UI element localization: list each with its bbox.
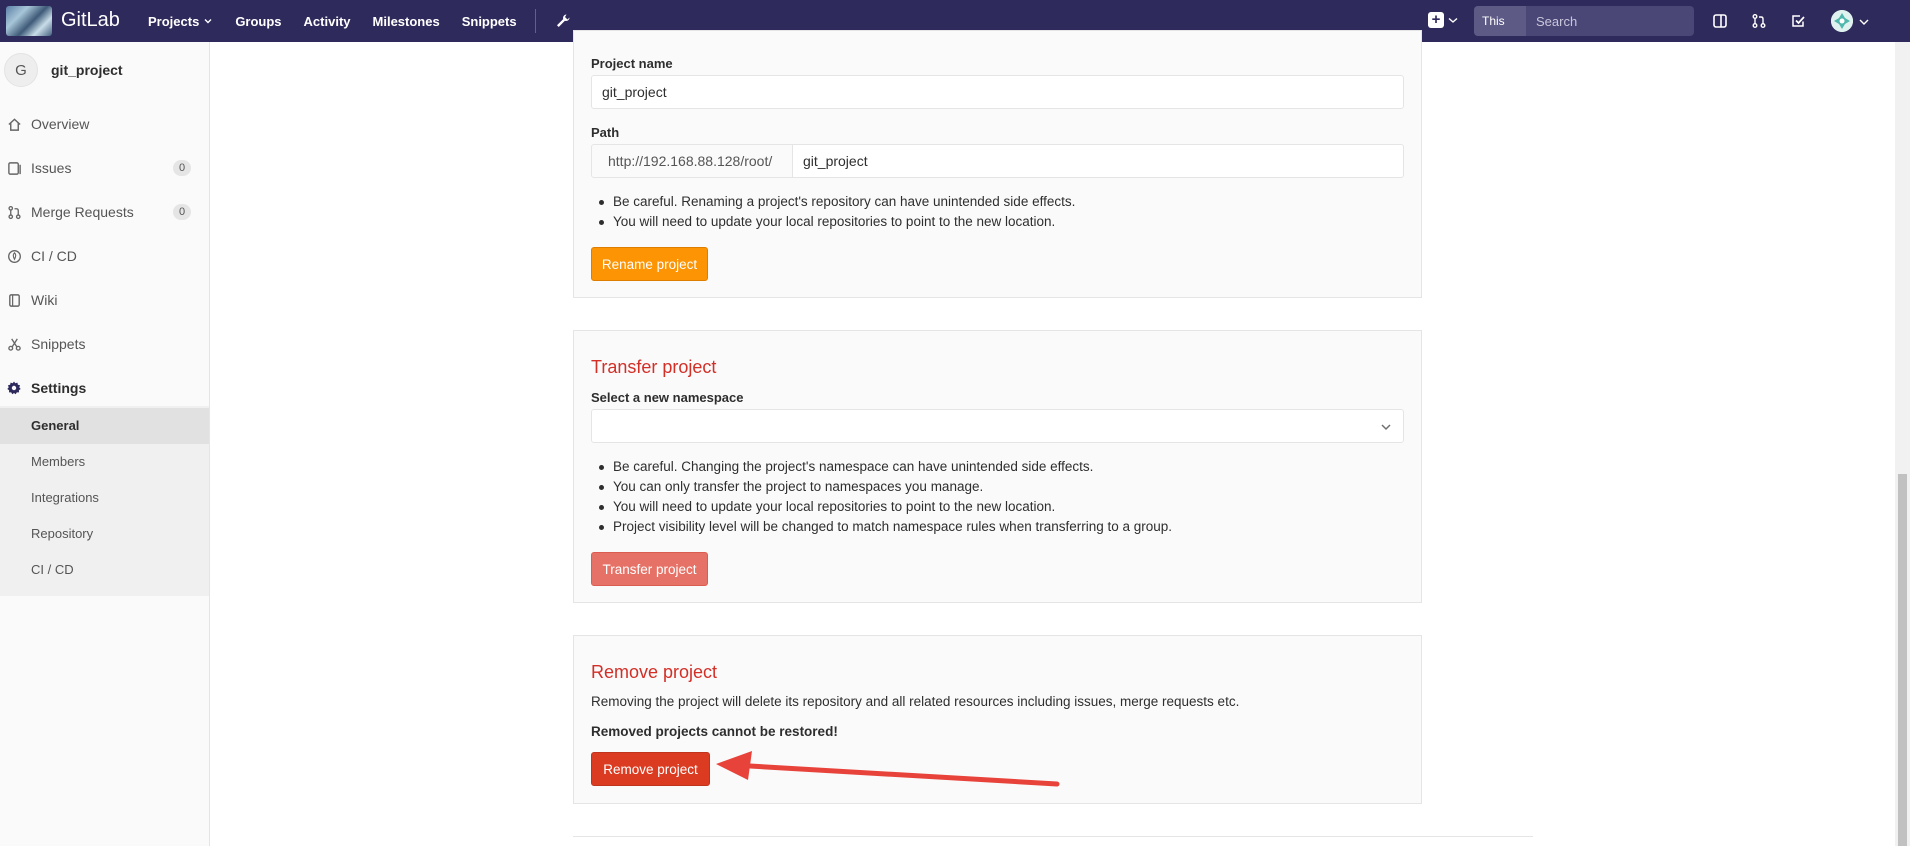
subnav-item-general[interactable]: General xyxy=(31,418,79,433)
settings-icon xyxy=(6,380,22,396)
rename-project-panel: Project name git_project Path http://192… xyxy=(573,30,1422,298)
nav-milestones[interactable]: Milestones xyxy=(373,14,440,29)
section-divider xyxy=(573,836,1533,837)
sidebar-item-settings[interactable]: Settings xyxy=(0,370,209,406)
search-box: This project xyxy=(1474,6,1694,36)
subnav-item-ci-cd[interactable]: CI / CD xyxy=(31,562,74,577)
rename-warning-item: You will need to update your local repos… xyxy=(591,212,1391,232)
transfer-warning-item: Be careful. Changing the project's names… xyxy=(591,457,1401,477)
chevron-down-icon xyxy=(1448,17,1458,23)
transfer-warning-item: Project visibility level will be changed… xyxy=(591,517,1401,537)
sidebar-item-ci-cd[interactable]: CI / CD xyxy=(0,238,209,274)
sidebar-toggle-icon[interactable] xyxy=(1710,11,1730,31)
transfer-warnings: Be careful. Changing the project's names… xyxy=(591,457,1401,537)
rocket-icon xyxy=(6,248,22,264)
remove-project-button[interactable]: Remove project xyxy=(591,752,710,786)
sidebar-project-header[interactable]: G git_project xyxy=(0,52,123,88)
search-input[interactable] xyxy=(1526,6,1694,36)
plus-icon: + xyxy=(1428,12,1444,28)
transfer-project-button[interactable]: Transfer project xyxy=(591,552,708,586)
new-dropdown-button[interactable]: + xyxy=(1428,12,1459,28)
subnav-item-integrations[interactable]: Integrations xyxy=(31,490,99,505)
sidebar-item-label: Issues xyxy=(31,160,72,176)
home-icon xyxy=(6,116,22,132)
sidebar-item-label: Snippets xyxy=(31,336,86,352)
nav-projects-label: Projects xyxy=(148,13,200,29)
merge-request-icon xyxy=(6,204,22,220)
search-scope-badge[interactable]: This project xyxy=(1474,6,1527,36)
remove-warning: Removed projects cannot be restored! xyxy=(591,724,838,739)
project-name-input[interactable]: git_project xyxy=(591,75,1404,109)
project-sidebar: G git_project Overview Issues 0 Merge Re… xyxy=(0,42,210,846)
nav-activity[interactable]: Activity xyxy=(304,14,351,29)
issues-count-badge: 0 xyxy=(173,160,191,176)
merge-request-icon[interactable] xyxy=(1749,11,1769,31)
wrench-icon[interactable] xyxy=(554,12,572,30)
issues-icon xyxy=(6,160,22,176)
namespace-label: Select a new namespace xyxy=(591,390,744,405)
namespace-select[interactable] xyxy=(591,409,1404,443)
path-prefix-addon: http://192.168.88.128/root/ xyxy=(591,144,794,178)
scissors-icon xyxy=(6,336,22,352)
nav-divider xyxy=(534,9,536,33)
nav-links: Projects Groups Activity Milestones Snip… xyxy=(148,0,572,42)
user-avatar[interactable] xyxy=(1831,10,1853,32)
sidebar-item-label: CI / CD xyxy=(31,248,77,264)
rename-warning-item: Be careful. Renaming a project's reposit… xyxy=(591,192,1391,212)
path-label: Path xyxy=(591,125,620,140)
transfer-warning-item: You will need to update your local repos… xyxy=(591,497,1401,517)
nav-snippets[interactable]: Snippets xyxy=(462,14,517,29)
scrollbar-thumb[interactable] xyxy=(1898,474,1907,846)
remove-project-title: Remove project xyxy=(591,662,718,682)
sidebar-item-label: Settings xyxy=(31,380,87,396)
sidebar-item-overview[interactable]: Overview xyxy=(0,106,209,142)
annotation-arrow-icon xyxy=(716,751,1060,787)
transfer-warning-item: You can only transfer the project to nam… xyxy=(591,477,1401,497)
nav-projects[interactable]: Projects xyxy=(148,14,213,29)
project-title: git_project xyxy=(51,62,123,78)
project-avatar: G xyxy=(4,53,38,87)
merge-requests-count-badge: 0 xyxy=(173,204,191,220)
sidebar-item-wiki[interactable]: Wiki xyxy=(0,282,209,318)
book-icon xyxy=(6,292,22,308)
nav-groups[interactable]: Groups xyxy=(235,14,281,29)
chevron-down-icon xyxy=(204,19,212,24)
sidebar-item-label: Wiki xyxy=(31,292,58,308)
chevron-down-icon xyxy=(1381,424,1391,431)
project-name-label: Project name xyxy=(591,56,673,71)
rename-project-button[interactable]: Rename project xyxy=(591,247,708,281)
settings-subnav: General Members Integrations Repository … xyxy=(0,406,209,596)
subnav-item-repository[interactable]: Repository xyxy=(31,526,93,541)
subnav-item-members[interactable]: Members xyxy=(31,454,85,469)
sidebar-item-label: Merge Requests xyxy=(31,204,134,220)
sidebar-item-snippets[interactable]: Snippets xyxy=(0,326,209,362)
transfer-project-title: Transfer project xyxy=(591,357,717,377)
transfer-project-panel: Transfer project Select a new namespace … xyxy=(573,330,1422,603)
todo-check-icon[interactable] xyxy=(1788,11,1808,31)
gitlab-logo[interactable] xyxy=(6,6,52,36)
sidebar-item-issues[interactable]: Issues 0 xyxy=(0,150,209,186)
chevron-down-icon[interactable] xyxy=(1858,17,1870,27)
sidebar-item-merge-requests[interactable]: Merge Requests 0 xyxy=(0,194,209,230)
path-input[interactable]: git_project xyxy=(792,144,1404,178)
remove-description: Removing the project will delete its rep… xyxy=(591,694,1240,709)
rename-warnings: Be careful. Renaming a project's reposit… xyxy=(591,192,1391,232)
sidebar-item-label: Overview xyxy=(31,116,90,132)
brand-name[interactable]: GitLab xyxy=(61,9,120,32)
